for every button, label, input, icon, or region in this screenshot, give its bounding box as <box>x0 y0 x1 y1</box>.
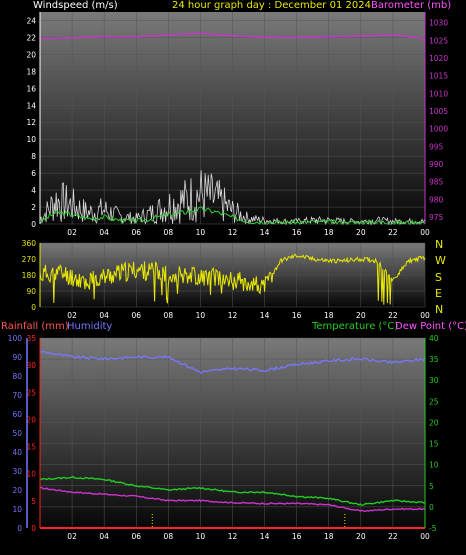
humidity-y-tick-label: 50 <box>12 429 22 438</box>
barometer-y-tick-label: 1005 <box>429 107 448 116</box>
weather-graphs: 02 04 06 08 10 12 14 16 18 20 22 000246810121416182… <box>8 12 448 541</box>
temp-x-tick-label: 04 <box>99 532 109 541</box>
wind-x-tick-label: 06 <box>131 228 141 237</box>
temp-x-tick-label: 08 <box>164 532 174 541</box>
barometer-y-tick-label: 980 <box>429 195 444 204</box>
temp-x-tick-label: 20 <box>356 532 366 541</box>
direction-y-tick-label: 360 <box>22 239 37 248</box>
wind-y-tick-label: 20 <box>26 50 36 59</box>
temp-x-tick-label: 12 <box>228 532 238 541</box>
rainfall-y-tick-label: 0 <box>31 524 36 533</box>
rainfall-y-tick-label: 5 <box>31 497 36 506</box>
temp-x-tick-label: 14 <box>260 532 270 541</box>
wind-y-tick-label: 22 <box>26 33 36 42</box>
direction-y-tick-label: 90 <box>26 287 36 296</box>
wind-y-tick-label: 0 <box>31 220 36 229</box>
direction-x-tick-label: 00 <box>420 311 430 320</box>
barometer-y-tick-label: 990 <box>429 160 444 169</box>
wind-y-tick-label: 6 <box>31 169 36 178</box>
temp-x-tick-label: 22 <box>388 532 398 541</box>
direction-x-tick-label: 20 <box>356 311 366 320</box>
humidity-y-tick-label: 10 <box>12 505 22 514</box>
direction-x-tick-label: 04 <box>99 311 109 320</box>
temperature-y-tick-label: 5 <box>429 482 434 491</box>
barometer-y-tick-label: 1000 <box>429 125 448 134</box>
direction-x-tick-label: 22 <box>388 311 398 320</box>
barometer-y-tick-label: 1015 <box>429 72 448 81</box>
direction-x-tick-label: 10 <box>196 311 206 320</box>
direction-x-tick-label: 02 <box>67 311 77 320</box>
wind-x-tick-label: 02 <box>67 228 77 237</box>
direction-y-tick-label: 0 <box>31 303 36 312</box>
barometer-y-tick-label: 975 <box>429 213 444 222</box>
humidity-y-tick-label: 0 <box>17 524 22 533</box>
temperature-y-tick-label: 10 <box>429 461 439 470</box>
temp-x-tick-label: 02 <box>67 532 77 541</box>
wind-x-tick-label: 10 <box>196 228 206 237</box>
barometer-y-tick-label: 1030 <box>429 19 448 28</box>
wind-y-tick-label: 12 <box>26 118 36 127</box>
wind-x-tick-label: 14 <box>260 228 270 237</box>
rainfall-y-tick-label: 25 <box>26 388 36 397</box>
wind-y-tick-label: 14 <box>26 101 36 110</box>
wind-x-tick-label: 00 <box>420 228 430 237</box>
rainfall-y-tick-label: 15 <box>26 443 36 452</box>
wind-y-tick-label: 4 <box>31 186 36 195</box>
temperature-y-tick-label: 15 <box>429 440 439 449</box>
temperature-y-tick-label: 0 <box>429 503 434 512</box>
humidity-y-tick-label: 90 <box>12 353 22 362</box>
direction-y-tick-label: 180 <box>22 271 37 280</box>
humidity-y-tick-label: 80 <box>12 372 22 381</box>
temperature-y-tick-label: 35 <box>429 355 439 364</box>
direction-x-tick-label: 06 <box>131 311 141 320</box>
barometer-y-tick-label: 985 <box>429 178 444 187</box>
direction-x-tick-label: 14 <box>260 311 270 320</box>
barometer-y-tick-label: 1020 <box>429 54 448 63</box>
temperature-y-tick-label: 20 <box>429 418 439 427</box>
barometer-y-tick-label: 1025 <box>429 36 448 45</box>
direction-y-tick-label: 270 <box>22 255 37 264</box>
temp-x-tick-label: 06 <box>131 532 141 541</box>
temperature-y-tick-label: 30 <box>429 376 439 385</box>
direction-x-tick-label: 16 <box>292 311 302 320</box>
direction-x-tick-label: 08 <box>164 311 174 320</box>
humidity-y-tick-label: 20 <box>12 486 22 495</box>
rainfall-y-tick-label: 30 <box>26 361 36 370</box>
humidity-y-tick-label: 40 <box>12 448 22 457</box>
wind-x-tick-label: 08 <box>164 228 174 237</box>
direction-x-tick-label: 18 <box>324 311 334 320</box>
humidity-y-tick-label: 60 <box>12 410 22 419</box>
wind-x-tick-label: 22 <box>388 228 398 237</box>
wind-y-tick-label: 16 <box>26 84 36 93</box>
rainfall-y-tick-label: 10 <box>26 470 36 479</box>
barometer-y-tick-label: 1010 <box>429 89 448 98</box>
temp-x-tick-label: 10 <box>196 532 206 541</box>
wind-y-tick-label: 10 <box>26 135 36 144</box>
wind-y-tick-label: 2 <box>31 203 36 212</box>
wind-x-tick-label: 04 <box>99 228 109 237</box>
temperature-y-tick-label: 25 <box>429 397 439 406</box>
humidity-y-tick-label: 30 <box>12 467 22 476</box>
wind-x-tick-label: 20 <box>356 228 366 237</box>
wind-y-tick-label: 8 <box>31 152 36 161</box>
wind-x-tick-label: 16 <box>292 228 302 237</box>
wind-y-tick-label: 24 <box>26 16 36 25</box>
rainfall-y-tick-label: 20 <box>26 415 36 424</box>
temp-x-tick-label: 16 <box>292 532 302 541</box>
wind-y-tick-label: 18 <box>26 67 36 76</box>
rainfall-y-tick-label: 35 <box>26 334 36 343</box>
temperature-y-tick-label: 40 <box>429 334 439 343</box>
direction-x-tick-label: 12 <box>228 311 238 320</box>
wind-x-tick-label: 12 <box>228 228 238 237</box>
humidity-y-tick-label: 100 <box>8 334 23 343</box>
temp-x-tick-label: 18 <box>324 532 334 541</box>
wind-x-tick-label: 18 <box>324 228 334 237</box>
humidity-y-tick-label: 70 <box>12 391 22 400</box>
barometer-y-tick-label: 995 <box>429 142 444 151</box>
temp-x-tick-label: 00 <box>420 532 430 541</box>
temperature-y-tick-label: -5 <box>429 524 437 533</box>
